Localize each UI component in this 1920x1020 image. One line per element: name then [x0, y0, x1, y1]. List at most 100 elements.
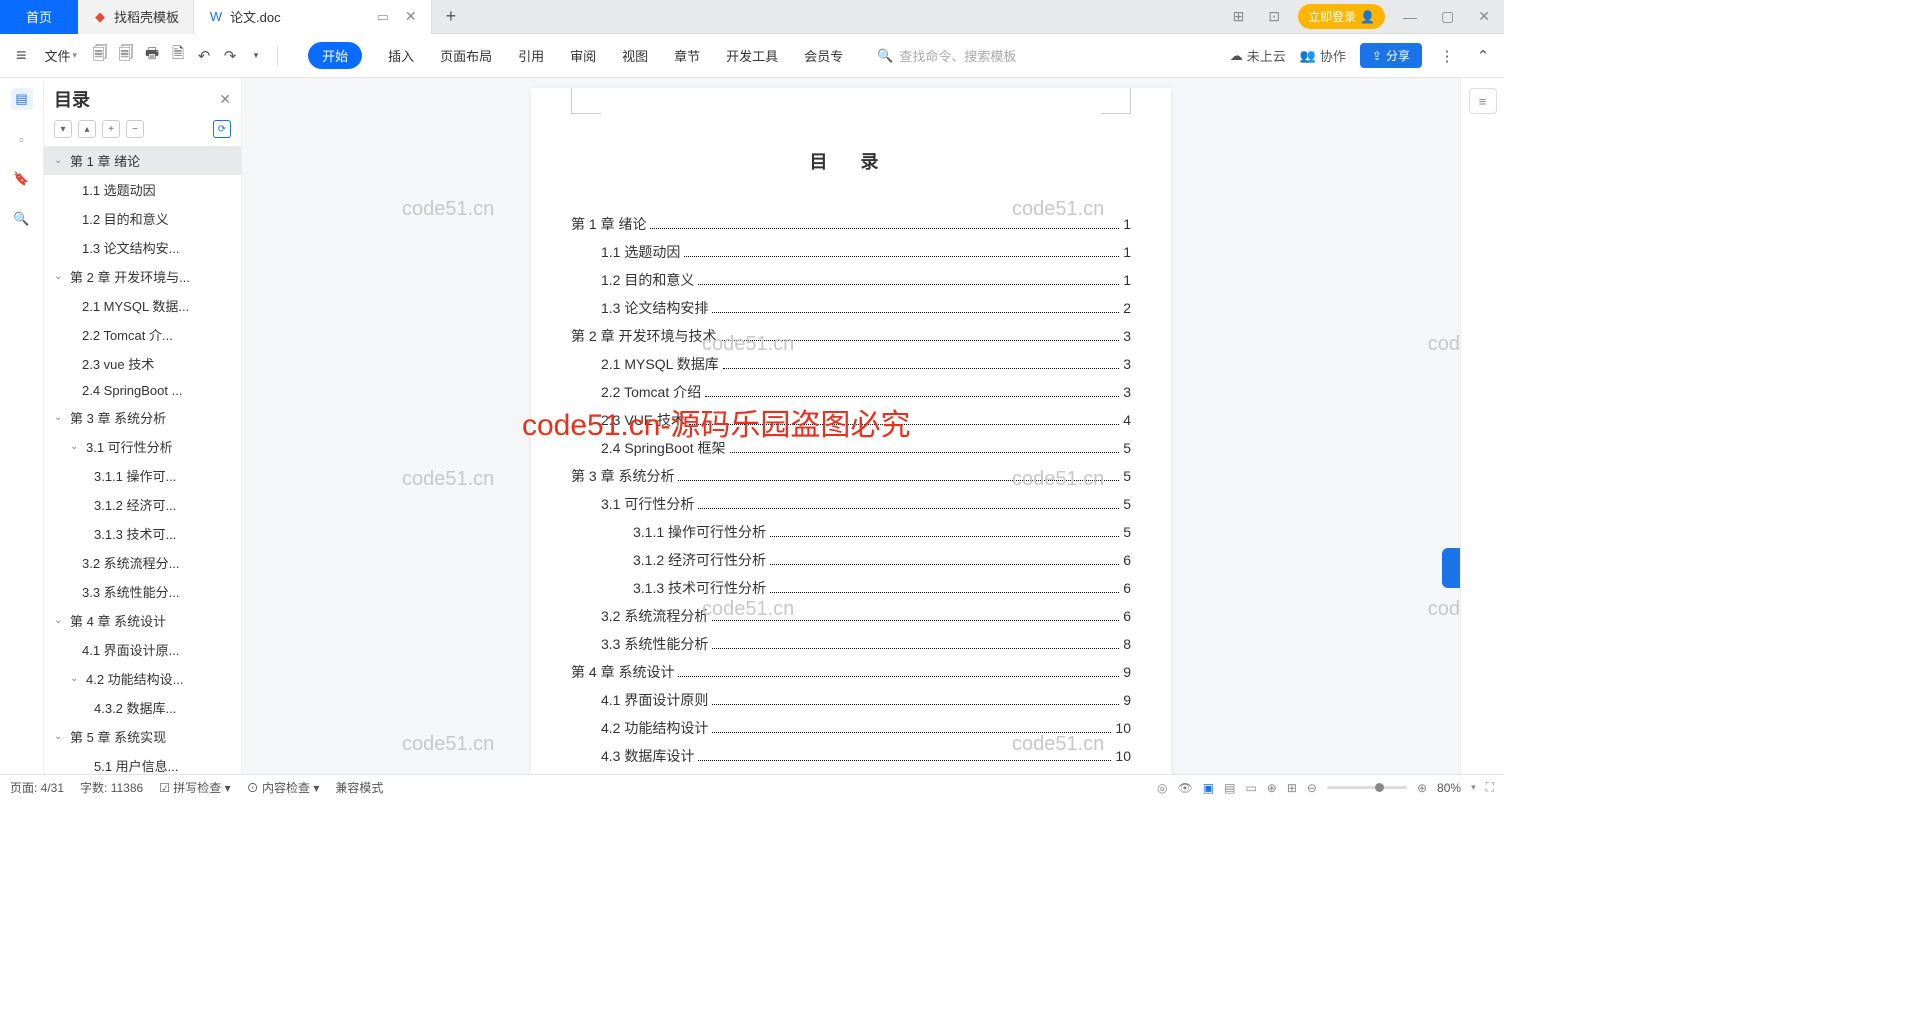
outline-item[interactable]: 2.4 SpringBoot ... [44, 378, 241, 403]
outline-item[interactable]: 2.3 vue 技术 [44, 349, 241, 378]
outline-item[interactable]: ⌄第 5 章 系统实现 [44, 722, 241, 751]
tab-home[interactable]: 首页 [0, 0, 78, 34]
tab-template[interactable]: ◆ 找稻壳模板 [78, 0, 194, 34]
outline-item[interactable]: 3.2 系统流程分... [44, 548, 241, 577]
login-button[interactable]: 立即登录 👤 [1298, 4, 1385, 29]
share-button[interactable]: ⇪分享 [1360, 43, 1422, 68]
outline-item[interactable]: 1.2 目的和意义 [44, 204, 241, 233]
avatar-icon: 👤 [1360, 10, 1375, 24]
menu-tab-review[interactable]: 审阅 [570, 42, 596, 69]
outline-item[interactable]: 1.1 选题动因 [44, 175, 241, 204]
maximize-button[interactable]: ▢ [1435, 8, 1460, 25]
tab-cast-icon[interactable]: ▭ [377, 9, 389, 25]
add-icon[interactable]: + [102, 120, 120, 138]
menu-tab-member[interactable]: 会员专 [804, 42, 843, 69]
outline-item[interactable]: ⌄第 3 章 系统分析 [44, 403, 241, 432]
file-menu[interactable]: 文件▾ [37, 46, 86, 65]
zoom-out-icon[interactable]: ⊖ [1307, 781, 1317, 795]
page-corner [1101, 88, 1131, 114]
hamburger-icon[interactable]: ≡ [10, 45, 33, 66]
collapse-ribbon-icon[interactable]: ⌃ [1472, 45, 1494, 67]
ribbon-right: ☁未上云 👥协作 ⇪分享 ⋮ ⌃ [1230, 43, 1494, 68]
outline-item[interactable]: 4.3.2 数据库... [44, 693, 241, 722]
outline-item[interactable]: ⌄3.1 可行性分析 [44, 432, 241, 461]
menu-tab-references[interactable]: 引用 [518, 42, 544, 69]
outline-item[interactable]: 3.3 系统性能分... [44, 577, 241, 606]
close-icon[interactable]: ✕ [405, 8, 417, 25]
save-icon[interactable]: 🗐 [89, 45, 111, 67]
thumbnails-icon[interactable]: ▫ [11, 128, 33, 150]
zoom-slider[interactable] [1327, 786, 1407, 789]
sync-icon[interactable]: ⟳ [213, 120, 231, 138]
redo-icon[interactable]: ↷ [219, 45, 241, 67]
word-count[interactable]: 字数: 11386 [80, 779, 143, 796]
collab-button[interactable]: 👥协作 [1300, 46, 1346, 65]
tab-right-group: ⊞ ⊡ 立即登录 👤 — ▢ ✕ [1227, 4, 1504, 29]
outline-item[interactable]: ⌄第 2 章 开发环境与... [44, 262, 241, 291]
eye-icon[interactable]: ◎ [1157, 781, 1167, 795]
cloud-status[interactable]: ☁未上云 [1230, 46, 1286, 65]
compat-mode[interactable]: 兼容模式 [335, 779, 383, 796]
menu-tab-devtools[interactable]: 开发工具 [726, 42, 778, 69]
outline-icon[interactable]: ▤ [11, 88, 33, 110]
outline-item[interactable]: 2.2 Tomcat 介... [44, 320, 241, 349]
view-grid-icon[interactable]: ⊞ [1287, 781, 1297, 795]
save-as-icon[interactable]: 🗐 [115, 45, 137, 67]
outline-item[interactable]: 3.1.1 操作可... [44, 461, 241, 490]
style-pane-icon[interactable]: ≡ [1469, 88, 1497, 114]
outline-item[interactable]: ⌄4.2 功能结构设... [44, 664, 241, 693]
chevron-down-icon: ⌄ [54, 412, 66, 423]
spellcheck-toggle[interactable]: ☑ 拼写检查 ▾ [159, 779, 230, 796]
apps-icon[interactable]: ⊡ [1262, 8, 1286, 25]
view-read-icon[interactable]: ▭ [1245, 781, 1256, 795]
document-area[interactable]: 目 录 第 1 章 绪论11.1 选题动因11.2 目的和意义11.3 论文结构… [242, 78, 1460, 774]
tab-document[interactable]: W 论文.doc ▭ ✕ [194, 0, 432, 34]
view-web-icon[interactable]: ⊕ [1267, 781, 1277, 795]
toc-row: 3.3 系统性能分析8 [571, 634, 1131, 654]
dropdown-icon[interactable]: ▾ [245, 45, 267, 67]
outline-item[interactable]: ⌄第 4 章 系统设计 [44, 606, 241, 635]
contentcheck-toggle[interactable]: ⊙ 内容检查 ▾ [247, 779, 320, 796]
zoom-value[interactable]: 80% [1437, 781, 1461, 795]
outline-item[interactable]: ⌄第 1 章 绪论 [44, 146, 241, 175]
outline-item[interactable]: 4.1 界面设计原... [44, 635, 241, 664]
eye-icon[interactable]: 👁 [1178, 781, 1193, 795]
right-rail: ≡ [1460, 78, 1504, 774]
cloud-icon: ☁ [1230, 48, 1243, 64]
outline-panel: 目录 ✕ ▾ ▴ + − ⟳ ⌄第 1 章 绪论1.1 选题动因1.2 目的和意… [44, 78, 242, 774]
side-tab[interactable] [1442, 548, 1460, 588]
outline-item[interactable]: 3.1.2 经济可... [44, 490, 241, 519]
menu-tab-layout[interactable]: 页面布局 [440, 42, 492, 69]
undo-icon[interactable]: ↶ [193, 45, 215, 67]
outline-item[interactable]: 2.1 MYSQL 数据... [44, 291, 241, 320]
chevron-down-icon: ⌄ [54, 615, 66, 626]
zoom-in-icon[interactable]: ⊕ [1417, 781, 1427, 795]
toc-row: 3.1.3 技术可行性分析6 [571, 578, 1131, 598]
print-icon[interactable]: 🖶 [141, 45, 163, 67]
menu-tab-view[interactable]: 视图 [622, 42, 648, 69]
view-outline-icon[interactable]: ▤ [1224, 781, 1235, 795]
outline-item[interactable]: 1.3 论文结构安... [44, 233, 241, 262]
menu-tab-insert[interactable]: 插入 [388, 42, 414, 69]
search-input[interactable]: 🔍 查找命令、搜索模板 [877, 46, 1016, 65]
close-panel-icon[interactable]: ✕ [219, 91, 231, 108]
new-tab-button[interactable]: + [432, 6, 471, 27]
outline-item[interactable]: 5.1 用户信息... [44, 751, 241, 774]
preview-icon[interactable]: 🗎 [167, 45, 189, 67]
find-icon[interactable]: 🔍 [11, 208, 33, 230]
page-indicator[interactable]: 页面: 4/31 [10, 779, 64, 796]
menu-tab-start[interactable]: 开始 [308, 42, 362, 69]
fullscreen-icon[interactable]: ⛶ [1486, 780, 1494, 795]
layout-icon[interactable]: ⊞ [1227, 8, 1251, 25]
outline-item[interactable]: 3.1.3 技术可... [44, 519, 241, 548]
close-window-button[interactable]: ✕ [1472, 8, 1496, 25]
menu-tab-chapters[interactable]: 章节 [674, 42, 700, 69]
expand-all-icon[interactable]: ▴ [78, 120, 96, 138]
remove-icon[interactable]: − [126, 120, 144, 138]
toc-row: 1.3 论文结构安排2 [571, 298, 1131, 318]
bookmark-icon[interactable]: 🔖 [11, 168, 33, 190]
collapse-all-icon[interactable]: ▾ [54, 120, 72, 138]
view-page-icon[interactable]: ▣ [1203, 781, 1214, 795]
more-icon[interactable]: ⋮ [1436, 45, 1458, 67]
minimize-button[interactable]: — [1397, 9, 1423, 25]
